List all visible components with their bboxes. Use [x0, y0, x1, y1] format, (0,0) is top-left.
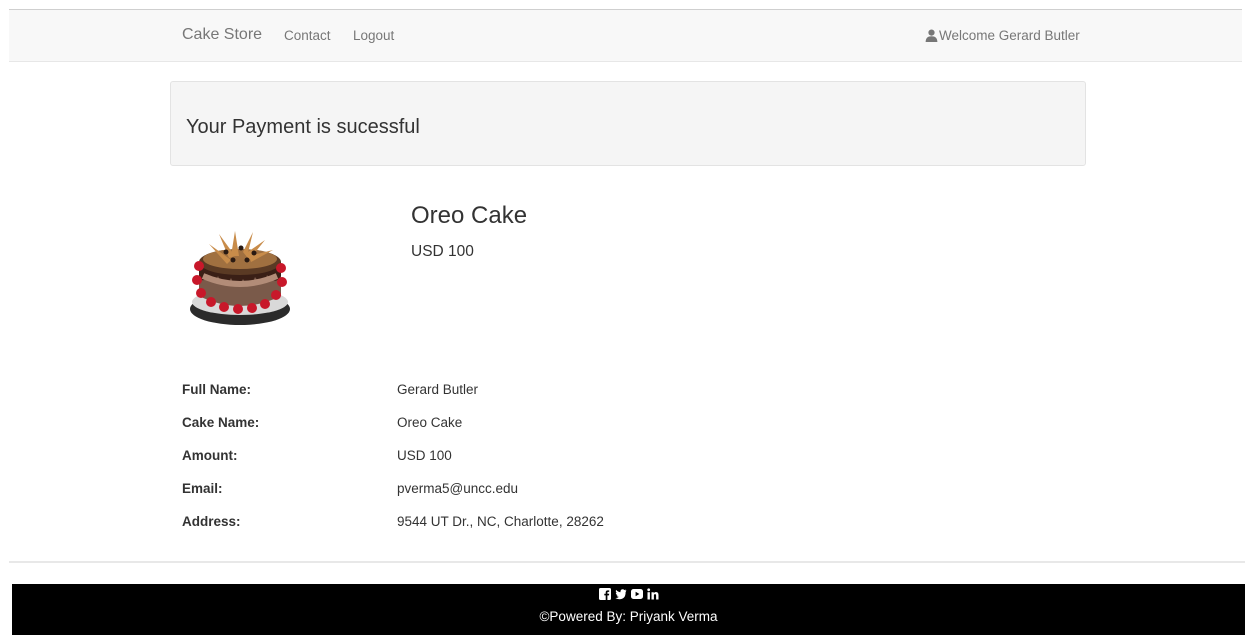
- cake-image: [190, 231, 290, 325]
- address-value: 9544 UT Dr., NC, Charlotte, 28262: [397, 514, 604, 529]
- nav-contact-link[interactable]: Contact: [284, 28, 331, 43]
- welcome-user-link[interactable]: Welcome Gerard Butler: [925, 28, 1080, 43]
- full-name-label: Full Name:: [182, 382, 252, 397]
- social-links: [12, 587, 1245, 600]
- payment-success-alert: Your Payment is sucessful: [170, 81, 1086, 166]
- footer-credit: ©Powered By: Priyank Verma: [539, 609, 718, 624]
- email-label: Email:: [182, 481, 223, 496]
- twitter-icon[interactable]: [614, 587, 627, 600]
- cake-name-label: Cake Name:: [182, 415, 260, 430]
- navbar: Cake Store Contact Logout Welcome Gerard…: [9, 10, 1242, 62]
- user-icon: [925, 29, 938, 42]
- email-value: pverma5@uncc.edu: [397, 481, 519, 496]
- footer: ©Powered By: Priyank Verma: [12, 584, 1245, 635]
- amount-value: USD 100: [397, 448, 452, 463]
- youtube-icon[interactable]: [630, 587, 643, 600]
- amount-label: Amount:: [182, 448, 238, 463]
- address-label: Address:: [182, 514, 241, 529]
- product-price: USD 100: [411, 243, 474, 260]
- nav-logout-link[interactable]: Logout: [353, 28, 394, 43]
- alert-message: Your Payment is sucessful: [186, 116, 420, 138]
- cake-name-value: Oreo Cake: [397, 415, 463, 430]
- brand-link[interactable]: Cake Store: [182, 26, 262, 44]
- full-name-value: Gerard Butler: [397, 382, 479, 397]
- facebook-icon[interactable]: [598, 587, 611, 600]
- divider: [9, 561, 1245, 563]
- welcome-text: Welcome Gerard Butler: [939, 28, 1080, 43]
- linkedin-icon[interactable]: [646, 587, 659, 600]
- product-name: Oreo Cake: [411, 202, 528, 229]
